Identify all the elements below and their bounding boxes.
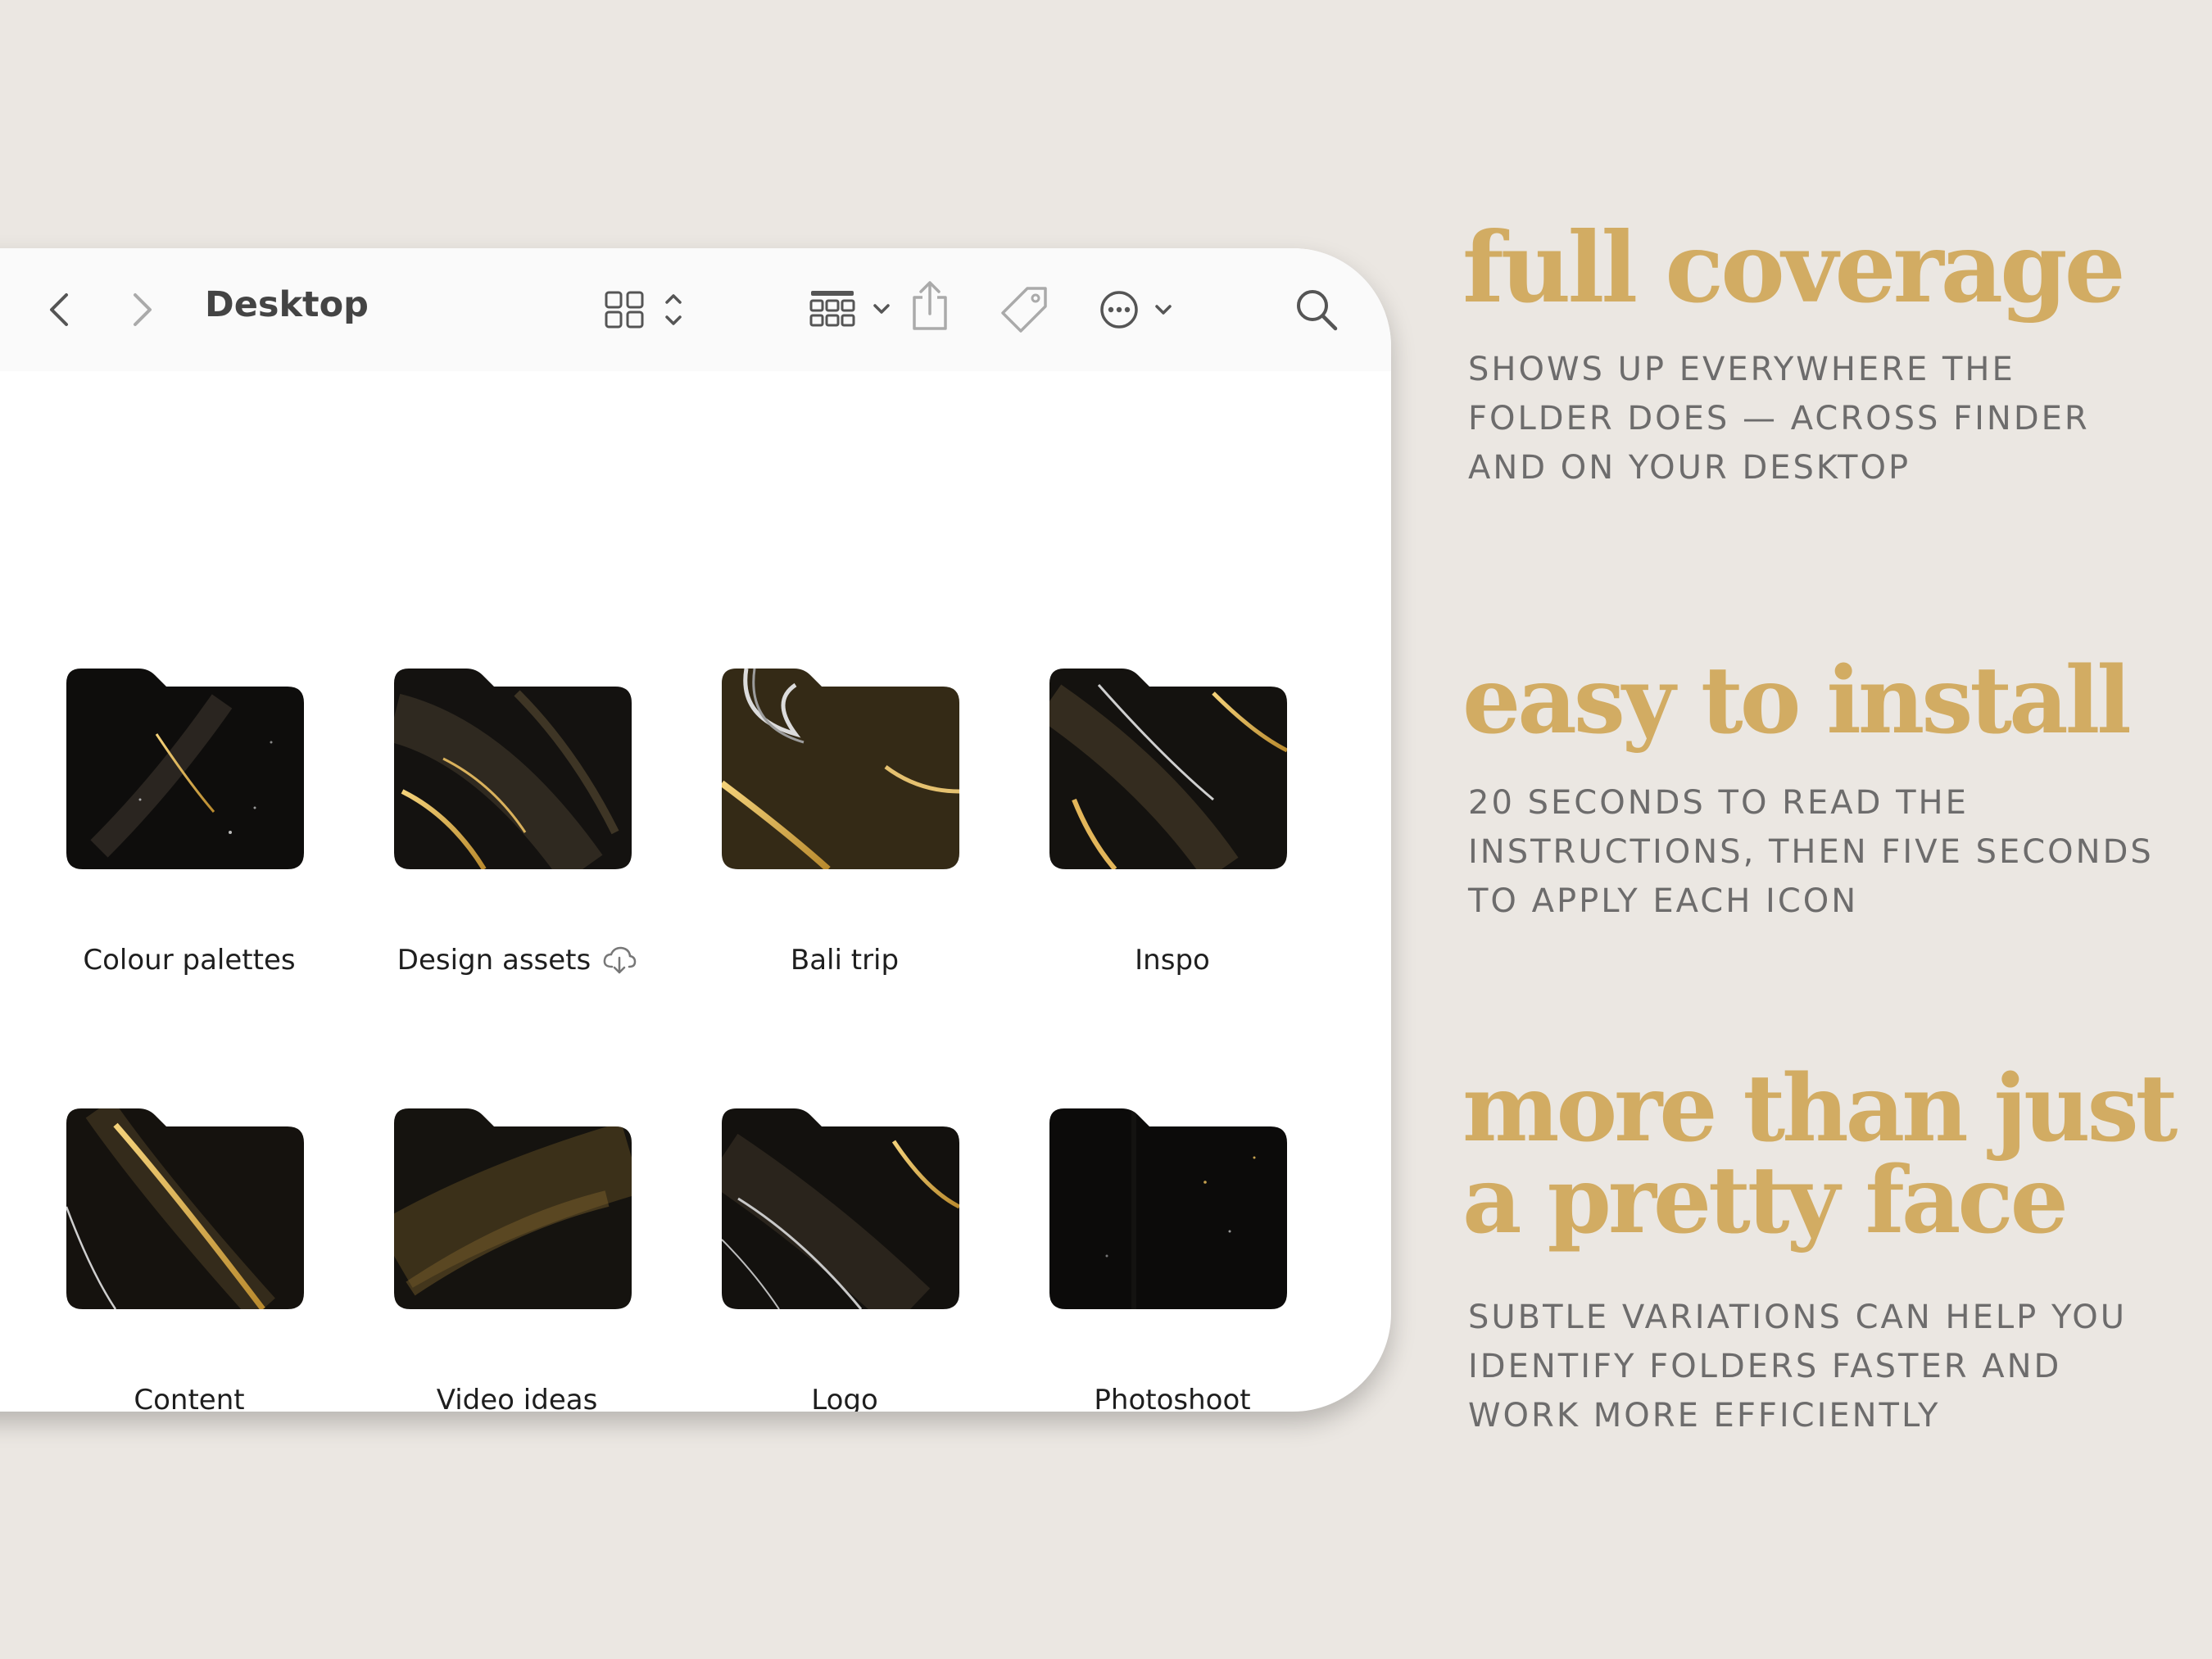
view-mode-button[interactable] bbox=[603, 288, 693, 332]
folder-icon bbox=[722, 669, 959, 869]
feature-body-full-coverage: SHOWS UP EVERYWHERE THE FOLDER DOES — AC… bbox=[1468, 351, 2090, 487]
back-button[interactable] bbox=[43, 289, 75, 330]
folder-label: Bali trip bbox=[790, 944, 900, 977]
folder-label: Inspo bbox=[1135, 944, 1210, 977]
icloud-download-icon[interactable] bbox=[602, 945, 637, 975]
folder-icon bbox=[1049, 669, 1287, 869]
folder-icon bbox=[66, 669, 304, 869]
folder-label: Colour palettes bbox=[83, 944, 296, 977]
folder-icon bbox=[394, 669, 632, 869]
toolbar: Desktop bbox=[0, 248, 1391, 371]
feature-body-easy-install: 20 SECONDS TO READ THE INSTRUCTIONS, THE… bbox=[1468, 784, 2154, 920]
more-actions-button[interactable] bbox=[1099, 289, 1181, 330]
folder-icon bbox=[66, 1108, 304, 1309]
folder-label: Photoshoot bbox=[1094, 1384, 1251, 1412]
folder-label: Video ideas bbox=[436, 1384, 598, 1412]
feature-heading-easy-install: easy to install bbox=[1462, 647, 2132, 755]
forward-button[interactable] bbox=[126, 289, 159, 330]
share-icon bbox=[913, 281, 947, 330]
folder-label: Content bbox=[134, 1384, 245, 1412]
share-button[interactable] bbox=[909, 278, 950, 335]
folder-label: Logo bbox=[811, 1384, 878, 1412]
feature-heading-pretty-face-line1: more than just bbox=[1462, 1055, 2178, 1163]
group-by-icon bbox=[809, 291, 890, 327]
ellipsis-circle-icon bbox=[1100, 291, 1172, 329]
feature-heading-full-coverage: full coverage bbox=[1462, 211, 2126, 324]
folder-grid: Colour palettes Design assets Bali trip … bbox=[0, 371, 1391, 1412]
folder-icon bbox=[394, 1108, 632, 1309]
search-icon bbox=[1297, 290, 1338, 331]
window-title: Desktop bbox=[205, 284, 369, 325]
folder-icon bbox=[1049, 1108, 1287, 1309]
folder-icon bbox=[722, 1108, 959, 1309]
folder-label: Design assets bbox=[397, 944, 592, 977]
feature-body-pretty-face: SUBTLE VARIATIONS CAN HELP YOU IDENTIFY … bbox=[1468, 1299, 2127, 1435]
tag-icon bbox=[1001, 287, 1047, 333]
search-button[interactable] bbox=[1294, 288, 1339, 332]
tag-button[interactable] bbox=[998, 285, 1050, 334]
group-by-button[interactable] bbox=[809, 288, 900, 332]
chevron-left-icon bbox=[50, 293, 68, 326]
feature-heading-pretty-face-line2: a pretty face bbox=[1462, 1147, 2069, 1254]
icon-grid-view-icon bbox=[605, 291, 682, 329]
finder-window: Desktop Colour palettes Design assets Ba… bbox=[0, 248, 1391, 1412]
chevron-right-icon bbox=[134, 293, 152, 326]
